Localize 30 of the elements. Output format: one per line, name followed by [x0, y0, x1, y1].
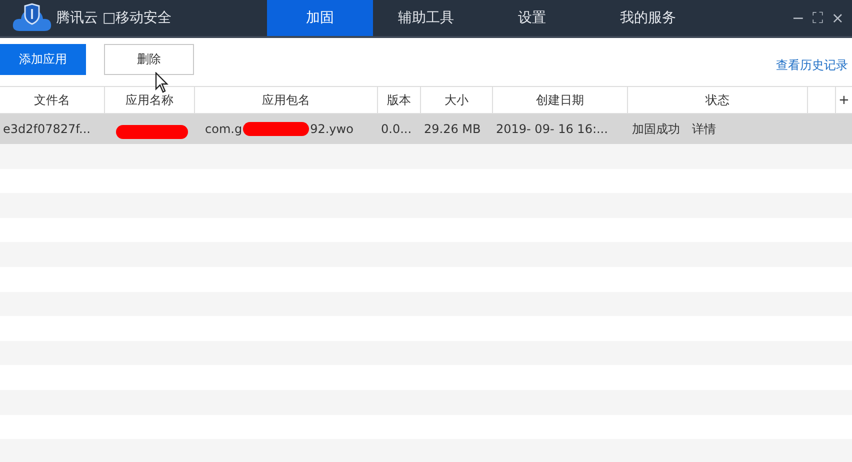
column-header[interactable]: 大小 — [421, 87, 493, 113]
status-text: 加固成功 — [632, 120, 680, 138]
close-button[interactable]: × — [829, 9, 846, 27]
table-cell-text: 0.0... — [380, 121, 413, 138]
redaction-mark — [243, 122, 310, 136]
column-header[interactable]: 应用包名 — [195, 87, 378, 113]
details-link[interactable]: 详情 — [692, 120, 716, 138]
nav-tab[interactable]: 设置 — [479, 0, 585, 36]
cloud-shield-logo-icon — [12, 3, 52, 33]
delete-button[interactable]: 删除 — [104, 44, 194, 75]
minimize-button[interactable]: − — [790, 9, 806, 27]
nav-tab[interactable]: 我的服务 — [585, 0, 711, 36]
mouse-cursor-icon — [155, 72, 169, 94]
history-link[interactable]: 查看历史记录 — [776, 57, 848, 74]
window-title: 腾讯云 □移动安全 — [56, 9, 172, 27]
table-cell-text: 92.ywo — [310, 122, 354, 136]
maximize-button[interactable]: ⛶ — [810, 9, 826, 27]
table-cell-text: com.g — [205, 122, 242, 136]
column-header[interactable]: 状态 — [628, 87, 808, 113]
nav-tab[interactable]: 加固 — [267, 0, 373, 36]
add-app-button[interactable]: 添加应用 — [0, 44, 86, 75]
table-cell-text: 29.26 MB — [423, 121, 482, 138]
table-cell-text: 2019- 09- 16 16:... — [495, 121, 609, 138]
table-cell-text: e3d2f07827f... — [2, 121, 92, 138]
column-header[interactable]: 版本 — [378, 87, 421, 113]
column-header[interactable]: 创建日期 — [493, 87, 628, 113]
table-row[interactable]: e3d2f07827f... com.g 92.ywo 0.0... 29.26 MB 2019- 09- 16 16:... 加固成功 详情 — [0, 114, 852, 144]
add-column-button[interactable]: + — [836, 87, 852, 113]
nav-tab[interactable]: 辅助工具 — [373, 0, 479, 36]
column-header[interactable]: 文件名 — [0, 87, 105, 113]
